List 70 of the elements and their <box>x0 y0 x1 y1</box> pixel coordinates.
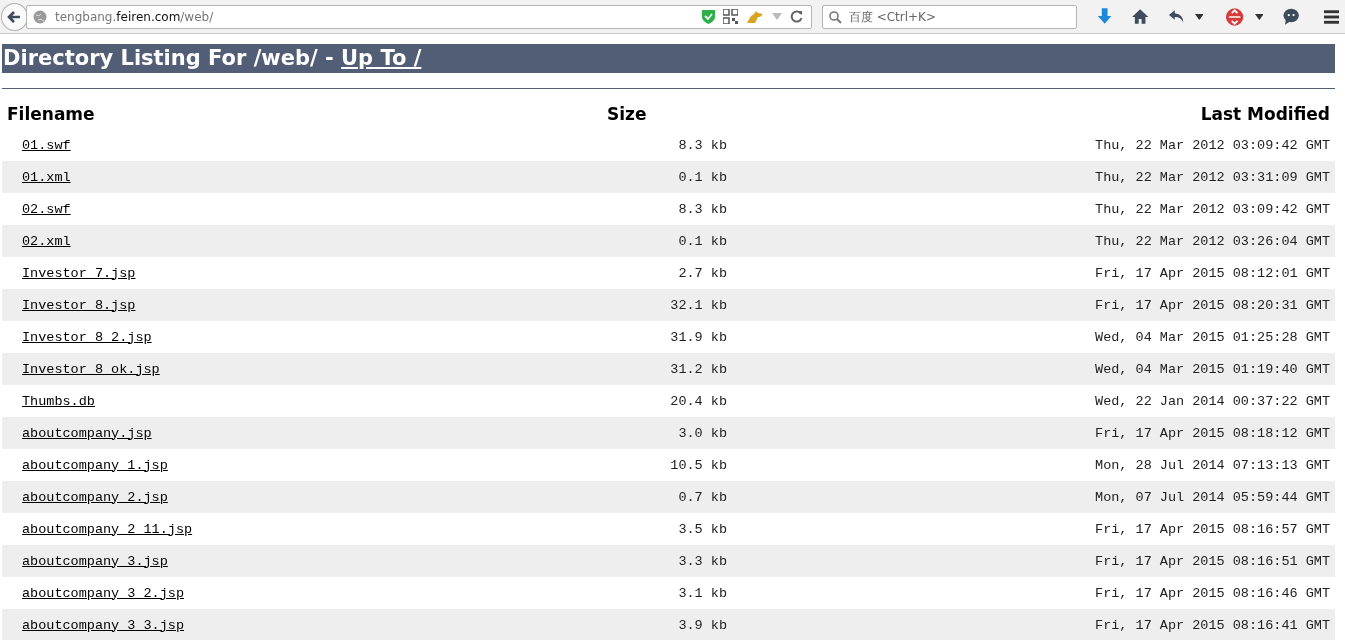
file-link[interactable]: aboutcompany.jsp <box>22 425 152 441</box>
undo-arrow-icon[interactable] <box>1168 9 1185 24</box>
modified-date: Wed, 04 Mar 2015 01:19:40 GMT <box>1095 361 1330 377</box>
modified-date: Mon, 07 Jul 2014 05:59:44 GMT <box>1095 489 1330 505</box>
file-link[interactable]: aboutcompany_1.jsp <box>22 457 168 473</box>
file-link[interactable]: aboutcompany_2.jsp <box>22 489 168 505</box>
modified-date: Wed, 22 Jan 2014 00:37:22 GMT <box>1095 393 1330 409</box>
modified-date: Fri, 17 Apr 2015 08:18:12 GMT <box>1095 425 1330 441</box>
file-size: 2.7 kb <box>678 265 727 281</box>
file-link[interactable]: 01.xml <box>22 169 71 185</box>
modified-date: Thu, 22 Mar 2012 03:09:42 GMT <box>1095 137 1330 153</box>
modified-date: Thu, 22 Mar 2012 03:31:09 GMT <box>1095 169 1330 185</box>
modified-date: Fri, 17 Apr 2015 08:16:51 GMT <box>1095 553 1330 569</box>
file-size: 31.2 kb <box>670 361 727 377</box>
file-link[interactable]: aboutcompany_3_3.jsp <box>22 617 185 633</box>
file-link[interactable]: Investor_8.jsp <box>22 297 136 313</box>
modified-date: Mon, 28 Jul 2014 07:13:13 GMT <box>1095 457 1330 473</box>
file-link[interactable]: Investor_8_ok.jsp <box>22 361 160 377</box>
file-size: 0.1 kb <box>678 169 727 185</box>
parent-directory-link[interactable]: Up To / <box>341 46 422 70</box>
shield-icon[interactable] <box>701 9 715 24</box>
modified-date: Fri, 17 Apr 2015 08:12:01 GMT <box>1095 265 1330 281</box>
file-link[interactable]: aboutcompany_2_11.jsp <box>22 521 193 537</box>
column-header: Last Modified <box>1199 103 1331 126</box>
file-link[interactable]: aboutcompany_3_2.jsp <box>22 585 185 601</box>
back-arrow-icon <box>6 8 23 25</box>
chat-bubble-icon[interactable] <box>1283 8 1300 25</box>
round-emblem-icon[interactable] <box>1225 6 1245 27</box>
file-size: 3.3 kb <box>678 553 727 569</box>
page-title: Directory Listing For /web/ - <box>3 46 335 70</box>
file-size: 31.9 kb <box>670 329 727 345</box>
file-link[interactable]: 02.swf <box>22 201 71 217</box>
modified-date: Wed, 04 Mar 2015 01:25:28 GMT <box>1095 329 1330 345</box>
caret-icon[interactable] <box>1254 13 1264 20</box>
column-header: Size <box>607 103 648 126</box>
file-size: 3.5 kb <box>678 521 727 537</box>
modified-date: Thu, 22 Mar 2012 03:26:04 GMT <box>1095 233 1330 249</box>
file-link[interactable]: Thumbs.db <box>22 393 95 409</box>
column-header: Filename <box>6 103 96 126</box>
file-link[interactable]: Investor_8_2.jsp <box>22 329 152 345</box>
file-link[interactable]: 01.swf <box>22 137 71 153</box>
modified-date: Thu, 22 Mar 2012 03:09:42 GMT <box>1095 201 1330 217</box>
caret-icon[interactable] <box>1194 13 1204 20</box>
modified-date: Fri, 17 Apr 2015 08:16:57 GMT <box>1095 521 1330 537</box>
file-size: 32.1 kb <box>670 297 727 313</box>
file-size: 8.3 kb <box>678 137 727 153</box>
file-size: 3.1 kb <box>678 585 727 601</box>
file-link[interactable]: Investor_7.jsp <box>22 265 136 281</box>
modified-date: Fri, 17 Apr 2015 08:20:31 GMT <box>1095 297 1330 313</box>
download-arrow-icon[interactable] <box>1096 8 1113 25</box>
address-bar[interactable]: tengbang.feiren.com/web/ <box>25 4 812 29</box>
file-link[interactable]: 02.xml <box>22 233 71 249</box>
file-size: 10.5 kb <box>670 457 727 473</box>
modified-date: Fri, 17 Apr 2015 08:16:46 GMT <box>1095 585 1330 601</box>
file-size: 3.9 kb <box>678 617 727 633</box>
file-size: 0.1 kb <box>678 233 727 249</box>
qr-code-icon[interactable] <box>722 9 738 24</box>
file-size: 3.0 kb <box>678 425 727 441</box>
modified-date: Fri, 17 Apr 2015 08:16:41 GMT <box>1095 617 1330 633</box>
home-icon[interactable] <box>1132 9 1149 24</box>
menu-icon[interactable] <box>1323 9 1339 24</box>
url-text: tengbang.feiren.com/web/ <box>54 9 214 24</box>
search-field[interactable]: 百度 <Ctrl+K> <box>821 4 1077 29</box>
back-button[interactable] <box>1 2 28 31</box>
reload-icon[interactable] <box>789 10 803 23</box>
file-size: 8.3 kb <box>678 201 727 217</box>
file-link[interactable]: aboutcompany_3.jsp <box>22 553 168 569</box>
file-size: 20.4 kb <box>670 393 727 409</box>
file-size: 0.7 kb <box>678 489 727 505</box>
search-icon <box>828 10 842 24</box>
